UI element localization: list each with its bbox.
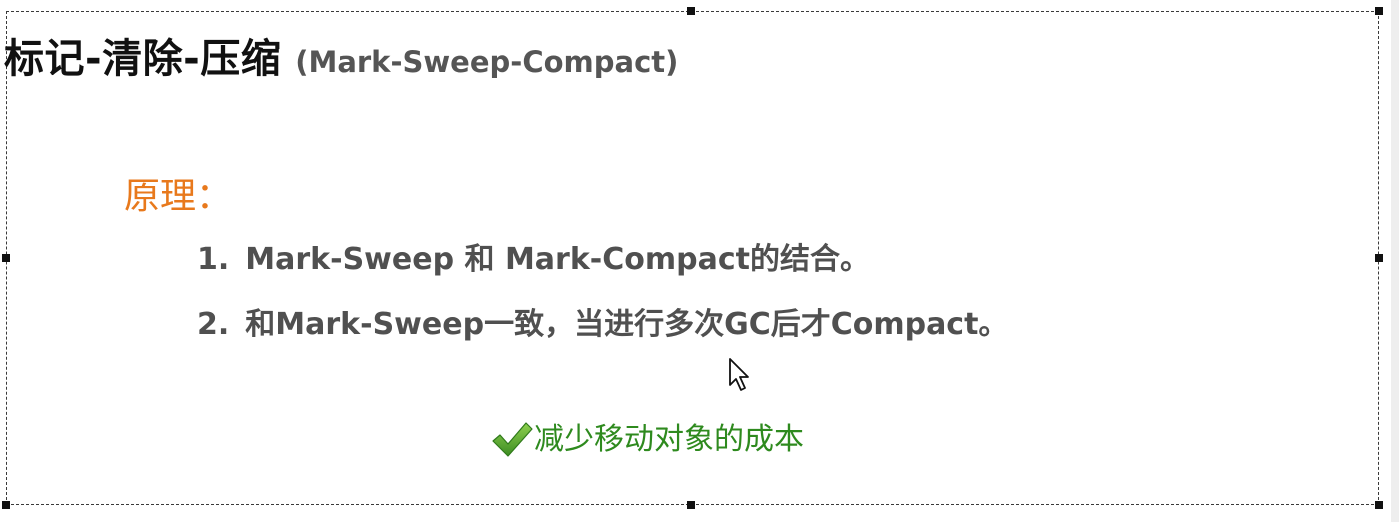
slide-canvas: 标记-清除-压缩 (Mark-Sweep-Compact) 原理： 1. Mark-… — [0, 0, 1399, 522]
principle-label: 原理： — [124, 176, 233, 217]
benefit-note: 减少移动对象的成本 — [490, 414, 804, 460]
list-item-text: Mark-Sweep 和 Mark-Compact的结合。 — [245, 242, 870, 277]
title-english: (Mark-Sweep-Compact) — [295, 45, 679, 79]
list-item-number: 1. — [197, 242, 230, 277]
resize-handle-top[interactable] — [687, 7, 695, 15]
list-item-number: 2. — [197, 307, 230, 342]
list-item-text: 和Mark-Sweep一致，当进行多次GC后才Compact。 — [245, 307, 1009, 342]
slide-title: 标记-清除-压缩 (Mark-Sweep-Compact) — [4, 26, 678, 84]
resize-handle-bottom-right[interactable] — [1375, 501, 1383, 509]
resize-handle-bottom[interactable] — [687, 501, 695, 509]
list-item: 2. 和Mark-Sweep一致，当进行多次GC后才Compact。 — [197, 299, 1008, 343]
resize-handle-left[interactable] — [2, 254, 10, 262]
list-item: 1. Mark-Sweep 和 Mark-Compact的结合。 — [197, 234, 870, 278]
mouse-pointer-icon — [729, 358, 749, 391]
resize-handle-top-right[interactable] — [1375, 7, 1383, 15]
resize-handle-bottom-left[interactable] — [2, 501, 10, 509]
title-main: 标记-清除-压缩 — [4, 36, 282, 82]
checkmark-icon — [492, 422, 533, 457]
benefit-text: 减少移动对象的成本 — [534, 422, 804, 457]
window-edge — [1391, 0, 1399, 522]
resize-handle-right[interactable] — [1375, 254, 1383, 262]
